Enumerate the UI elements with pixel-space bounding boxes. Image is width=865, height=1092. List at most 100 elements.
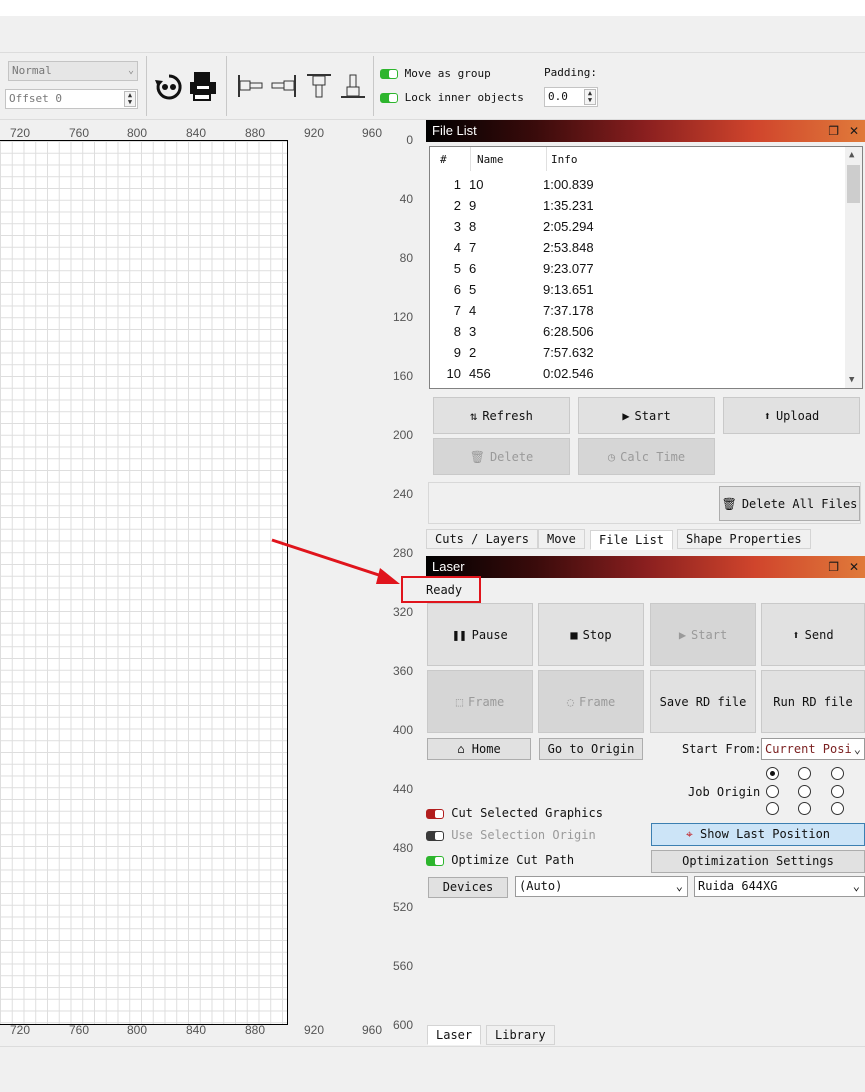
- start-from-select[interactable]: Current Posi ⌄: [761, 738, 865, 760]
- file-row[interactable]: 9 2 7:57.632: [430, 342, 594, 363]
- job-origin-radio-bottom-left[interactable]: [766, 802, 779, 815]
- optimization-settings-button[interactable]: Optimization Settings: [651, 850, 865, 873]
- file-row[interactable]: 8 3 6:28.506: [430, 321, 594, 342]
- vertical-scrollbar[interactable]: ▲ ▼: [845, 147, 862, 388]
- top-ruler-tick: 840: [186, 126, 207, 140]
- job-origin-radio-bottom-center[interactable]: [798, 802, 811, 815]
- move-as-group-toggle[interactable]: Move as group: [380, 67, 491, 80]
- col-header-num[interactable]: #: [440, 153, 447, 166]
- file-start-button[interactable]: ▶ Start: [578, 397, 715, 434]
- upload-button[interactable]: ⬆ Upload: [723, 397, 860, 434]
- tab-shape-properties[interactable]: Shape Properties: [677, 529, 811, 549]
- annotation-highlight-box: [401, 576, 481, 603]
- right-ruler-tick: 360: [392, 664, 413, 678]
- file-row[interactable]: 1 10 1:00.839: [430, 174, 594, 195]
- tab-library[interactable]: Library: [486, 1025, 555, 1045]
- file-row[interactable]: 2 9 1:35.231: [430, 195, 594, 216]
- right-ruler-tick: 160: [392, 369, 413, 383]
- offset-field[interactable]: Offset 0 ▲ ▼: [5, 89, 138, 109]
- close-icon[interactable]: ✕: [849, 120, 859, 142]
- laser-start-button[interactable]: ▶ Start: [650, 603, 756, 666]
- file-row-name: 2: [469, 345, 477, 360]
- laser-title: Laser: [432, 559, 465, 574]
- file-row[interactable]: 6 5 9:13.651: [430, 279, 594, 300]
- go-to-origin-button[interactable]: Go to Origin: [539, 738, 643, 760]
- file-row[interactable]: 7 4 7:37.178: [430, 300, 594, 321]
- toggle-switch[interactable]: [426, 830, 444, 841]
- device-select[interactable]: Ruida 644XG ⌄: [694, 876, 865, 897]
- file-row-num: 4: [453, 240, 461, 255]
- send-button[interactable]: ⬆ Send: [761, 603, 865, 666]
- workspace-grid[interactable]: [0, 140, 288, 1025]
- spin-arrows-icon[interactable]: ▲ ▼: [124, 91, 136, 107]
- align-right-icon[interactable]: [270, 73, 298, 99]
- use-selection-origin-toggle[interactable]: Use Selection Origin: [426, 828, 596, 842]
- laser-titlebar: Laser ❐ ✕: [426, 556, 865, 578]
- restore-icon[interactable]: ❐: [828, 556, 839, 578]
- align-bottom-icon[interactable]: [339, 72, 367, 100]
- device-reset-icon[interactable]: [154, 72, 184, 102]
- delete-button[interactable]: 🗑 Delete: [433, 438, 570, 475]
- devices-label: Devices: [442, 880, 494, 894]
- top-ruler-tick: 760: [69, 126, 90, 140]
- refresh-button[interactable]: ⇅ Refresh: [433, 397, 570, 434]
- toggle-switch[interactable]: [380, 69, 398, 79]
- padding-field[interactable]: 0.0 ▲ ▼: [544, 87, 598, 107]
- frame-circle-button[interactable]: ◌ Frame: [538, 670, 644, 733]
- cut-selected-graphics-toggle[interactable]: Cut Selected Graphics: [426, 806, 603, 820]
- col-header-info[interactable]: Info: [551, 153, 578, 166]
- lock-inner-objects-toggle[interactable]: Lock inner objects: [380, 91, 524, 104]
- align-left-icon[interactable]: [236, 73, 264, 99]
- file-row-name: 9: [469, 198, 477, 213]
- tab-file-list[interactable]: File List: [590, 530, 674, 550]
- calc-time-button[interactable]: ◷ Calc Time: [578, 438, 715, 475]
- mode-select[interactable]: Normal ⌄: [8, 61, 138, 81]
- frame-button[interactable]: ⬚ Frame: [427, 670, 533, 733]
- save-rd-file-button[interactable]: Save RD file: [650, 670, 756, 733]
- job-origin-radio-middle-left[interactable]: [766, 785, 779, 798]
- toggle-switch[interactable]: [426, 855, 444, 866]
- file-row[interactable]: 5 6 9:23.077: [430, 258, 594, 279]
- optimize-cut-path-toggle[interactable]: Optimize Cut Path: [426, 853, 574, 867]
- col-header-name[interactable]: Name: [477, 153, 504, 166]
- job-origin-radio-bottom-right[interactable]: [831, 802, 844, 815]
- frame-square-icon: ⬚: [455, 694, 464, 709]
- stop-icon: ■: [570, 627, 578, 642]
- laser-machine-icon[interactable]: [188, 70, 218, 102]
- job-origin-radio-top-right[interactable]: [831, 767, 844, 780]
- file-row[interactable]: 4 7 2:53.848: [430, 237, 594, 258]
- restore-icon[interactable]: ❐: [828, 120, 839, 142]
- top-ruler-tick: 800: [127, 126, 148, 140]
- toggle-switch[interactable]: [426, 808, 444, 819]
- tab-cuts-layers[interactable]: Cuts / Layers: [426, 529, 538, 549]
- file-row[interactable]: 10 456 0:02.546: [430, 363, 594, 384]
- chevron-down-icon: ⌄: [852, 879, 860, 893]
- devices-button[interactable]: Devices: [428, 877, 508, 898]
- file-row-name: 3: [469, 324, 477, 339]
- file-row-num: 5: [453, 261, 461, 276]
- job-origin-radio-top-left[interactable]: [766, 767, 779, 780]
- home-button[interactable]: ⌂ Home: [427, 738, 531, 760]
- job-origin-radio-center[interactable]: [798, 785, 811, 798]
- align-top-icon[interactable]: [305, 72, 333, 100]
- pause-label: Pause: [471, 627, 508, 642]
- show-last-position-button[interactable]: ⌖ Show Last Position: [651, 823, 865, 846]
- file-list-table[interactable]: # Name Info 1 10 1:00.839 2 9 1:35.231 3 8 2:05.…: [429, 146, 863, 389]
- scroll-thumb[interactable]: [847, 165, 860, 203]
- tab-laser[interactable]: Laser: [427, 1025, 482, 1045]
- scroll-up-icon[interactable]: ▲: [849, 150, 854, 160]
- scroll-down-icon[interactable]: ▼: [849, 375, 854, 385]
- close-icon[interactable]: ✕: [849, 556, 859, 578]
- delete-all-files-button[interactable]: 🗑 Delete All Files: [719, 486, 860, 521]
- port-select[interactable]: (Auto) ⌄: [515, 876, 688, 897]
- job-origin-radio-middle-right[interactable]: [831, 785, 844, 798]
- job-origin-radio-top-center[interactable]: [798, 767, 811, 780]
- file-row[interactable]: 3 8 2:05.294: [430, 216, 594, 237]
- spin-arrows-icon[interactable]: ▲ ▼: [584, 89, 596, 105]
- run-rd-file-button[interactable]: Run RD file: [761, 670, 865, 733]
- stop-button[interactable]: ■ Stop: [538, 603, 644, 666]
- right-ruler-tick: 240: [392, 487, 413, 501]
- pause-button[interactable]: ❚❚ Pause: [427, 603, 533, 666]
- tab-move[interactable]: Move: [538, 529, 585, 549]
- toggle-switch[interactable]: [380, 93, 398, 103]
